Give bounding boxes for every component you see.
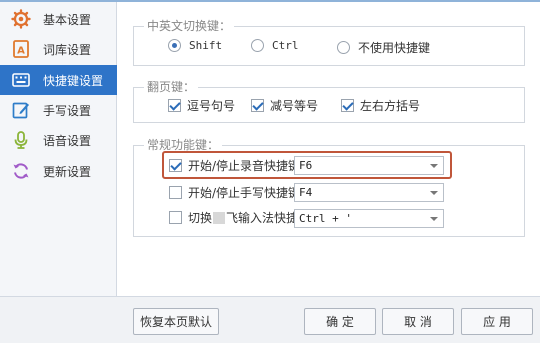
restore-defaults-button[interactable]: 恢复本页默认 bbox=[133, 308, 219, 335]
refresh-icon bbox=[13, 163, 29, 179]
checkbox-label-prefix: 切换 bbox=[188, 211, 213, 225]
settings-content: 中英文切换键： Shift Ctrl 不使用快捷键 翻页键： 逗号句号 减号等号… bbox=[118, 2, 540, 296]
chevron-down-icon bbox=[430, 217, 438, 221]
checkbox-unchecked bbox=[169, 186, 182, 199]
settings-sidebar: 基本设置 A 词库设置 快捷键设置 手写设置 语音设置 更新设置 bbox=[0, 2, 117, 296]
switch-ime-shortcut-select[interactable]: Ctrl + ' bbox=[294, 209, 444, 228]
sidebar-item-shortcuts[interactable]: 快捷键设置 bbox=[0, 65, 117, 95]
radio-selected-indicator bbox=[168, 39, 181, 52]
sidebar-item-voice[interactable]: 语音设置 bbox=[0, 125, 117, 155]
cancel-button[interactable]: 取 消 bbox=[382, 308, 454, 335]
radio-shift[interactable]: Shift bbox=[168, 39, 222, 52]
svg-text:A: A bbox=[17, 46, 25, 57]
radio-indicator bbox=[337, 41, 350, 54]
checkbox-minus-equals[interactable]: 减号等号 bbox=[251, 97, 318, 114]
chevron-down-icon bbox=[430, 191, 438, 195]
handwriting-shortcut-select[interactable]: F4 bbox=[294, 183, 444, 202]
apply-button[interactable]: 应 用 bbox=[461, 308, 533, 335]
paging-key-group: 翻页键： 逗号句号 减号等号 左右方括号 bbox=[133, 79, 525, 123]
sidebar-item-label: 语音设置 bbox=[43, 134, 92, 148]
dialog-footer: 恢复本页默认 确 定 取 消 应 用 bbox=[0, 296, 540, 343]
common-key-group: 常规功能键： 开始/停止录音快捷键 F6 开始/停止手写快捷键 F4 切换 飞输… bbox=[133, 137, 525, 237]
sidebar-item-label: 快捷键设置 bbox=[43, 74, 104, 88]
checkbox-checked bbox=[169, 159, 182, 172]
radio-no-shortcut[interactable]: 不使用快捷键 bbox=[337, 39, 430, 56]
chevron-down-icon bbox=[430, 164, 438, 168]
checkbox-handwriting-shortcut[interactable]: 开始/停止手写快捷键 bbox=[169, 184, 300, 201]
select-value: Ctrl + ' bbox=[299, 212, 352, 225]
switch-key-group: 中英文切换键： Shift Ctrl 不使用快捷键 bbox=[133, 18, 525, 66]
group-title: 翻页键： bbox=[144, 79, 199, 95]
checkbox-label: 减号等号 bbox=[270, 99, 319, 113]
sidebar-item-label: 更新设置 bbox=[43, 165, 92, 179]
radio-indicator bbox=[251, 39, 264, 52]
select-value: F4 bbox=[299, 186, 313, 199]
redacted-text bbox=[213, 211, 226, 224]
checkbox-voice-shortcut[interactable]: 开始/停止录音快捷键 bbox=[169, 157, 300, 174]
microphone-icon bbox=[14, 131, 28, 149]
gear-icon bbox=[11, 9, 31, 29]
group-title: 中英文切换键： bbox=[144, 18, 235, 34]
checkbox-switch-ime-shortcut[interactable]: 切换 飞输入法快捷键 bbox=[169, 209, 310, 226]
dictionary-icon: A bbox=[13, 40, 29, 58]
radio-label: 不使用快捷键 bbox=[358, 41, 431, 55]
radio-label: Ctrl bbox=[272, 39, 299, 52]
sidebar-item-label: 基本设置 bbox=[43, 13, 92, 27]
handwriting-icon bbox=[12, 102, 29, 119]
sidebar-item-label: 词库设置 bbox=[43, 43, 92, 57]
sidebar-item-update[interactable]: 更新设置 bbox=[0, 156, 117, 186]
checkbox-label: 开始/停止录音快捷键 bbox=[188, 159, 301, 173]
checkbox-checked bbox=[341, 99, 354, 112]
checkbox-label: 逗号句号 bbox=[187, 99, 236, 113]
keyboard-icon bbox=[12, 73, 30, 87]
sidebar-item-dictionary[interactable]: A 词库设置 bbox=[0, 34, 117, 64]
checkbox-checked bbox=[251, 99, 264, 112]
sidebar-item-basic[interactable]: 基本设置 bbox=[0, 4, 117, 34]
checkbox-checked bbox=[168, 99, 181, 112]
checkbox-brackets[interactable]: 左右方括号 bbox=[341, 97, 420, 114]
checkbox-label: 左右方括号 bbox=[360, 99, 421, 113]
radio-ctrl[interactable]: Ctrl bbox=[251, 39, 299, 52]
select-value: F6 bbox=[299, 159, 313, 172]
sidebar-item-handwriting[interactable]: 手写设置 bbox=[0, 95, 117, 125]
checkbox-comma-period[interactable]: 逗号句号 bbox=[168, 97, 235, 114]
radio-label: Shift bbox=[189, 39, 223, 52]
checkbox-label: 开始/停止手写快捷键 bbox=[188, 186, 301, 200]
ok-button[interactable]: 确 定 bbox=[304, 308, 376, 335]
checkbox-unchecked bbox=[169, 211, 182, 224]
sidebar-item-label: 手写设置 bbox=[43, 104, 92, 118]
voice-shortcut-select[interactable]: F6 bbox=[294, 156, 444, 175]
